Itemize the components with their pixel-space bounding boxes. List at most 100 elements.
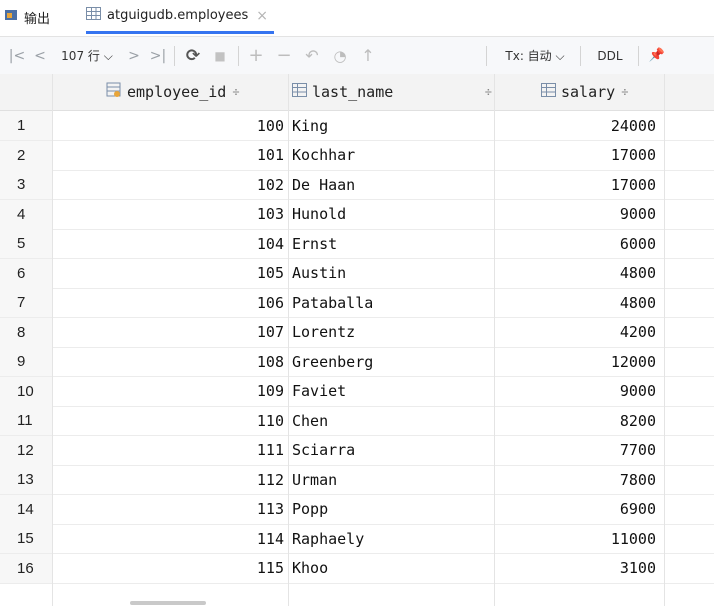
row-number: 14 bbox=[0, 494, 52, 524]
row-number-header bbox=[0, 74, 52, 110]
column-divider bbox=[52, 74, 53, 606]
table-row[interactable]: 16 115 Khoo 3100 bbox=[0, 553, 714, 584]
delete-row-button[interactable]: − bbox=[272, 37, 296, 74]
cell-salary[interactable]: 4200 bbox=[497, 318, 659, 347]
tab-employees-table[interactable]: atguigudb.employees × bbox=[86, 0, 274, 34]
cell-employee-id[interactable]: 112 bbox=[52, 465, 288, 494]
table-row[interactable]: 6 105 Austin 4800 bbox=[0, 258, 714, 289]
cell-salary[interactable]: 7800 bbox=[497, 465, 659, 494]
row-number: 2 bbox=[0, 140, 52, 170]
last-page-button[interactable]: >| bbox=[146, 37, 170, 74]
cell-salary[interactable]: 3100 bbox=[497, 554, 659, 583]
table-row[interactable]: 2 101 Kochhar 17000 bbox=[0, 140, 714, 171]
sort-icon[interactable]: ÷ bbox=[621, 85, 628, 99]
cell-salary[interactable]: 24000 bbox=[497, 111, 659, 140]
horizontal-scrollbar[interactable] bbox=[130, 601, 206, 605]
cell-employee-id[interactable]: 110 bbox=[52, 406, 288, 435]
cell-employee-id[interactable]: 109 bbox=[52, 377, 288, 406]
cell-last-name[interactable]: Urman bbox=[292, 465, 494, 494]
stop-button[interactable]: ■ bbox=[208, 37, 232, 74]
cell-last-name[interactable]: Kochhar bbox=[292, 141, 494, 170]
cell-salary[interactable]: 17000 bbox=[497, 141, 659, 170]
cell-salary[interactable]: 4800 bbox=[497, 288, 659, 317]
revert-button[interactable]: ↶ bbox=[300, 37, 324, 74]
table-row[interactable]: 14 113 Popp 6900 bbox=[0, 494, 714, 525]
first-page-button[interactable]: |< bbox=[6, 37, 28, 74]
table-row[interactable]: 3 102 De Haan 17000 bbox=[0, 170, 714, 200]
ddl-button[interactable]: DDL bbox=[588, 37, 632, 74]
transaction-mode-dropdown[interactable]: Tx: 自动 ⌵ bbox=[494, 37, 576, 74]
submit-button[interactable]: ↑ bbox=[356, 37, 380, 74]
cell-salary[interactable]: 12000 bbox=[497, 347, 659, 376]
tab-employees-label: atguigudb.employees bbox=[107, 8, 249, 23]
cell-last-name[interactable]: Hunold bbox=[292, 200, 494, 229]
table-row[interactable]: 15 114 Raphaely 11000 bbox=[0, 524, 714, 554]
cell-employee-id[interactable]: 113 bbox=[52, 495, 288, 524]
cell-employee-id[interactable]: 100 bbox=[52, 111, 288, 140]
table-row[interactable]: 10 109 Faviet 9000 bbox=[0, 376, 714, 407]
column-header-employee-id[interactable]: employee_id ÷ bbox=[106, 74, 240, 110]
cell-last-name[interactable]: Sciarra bbox=[292, 436, 494, 465]
table-row[interactable]: 5 104 Ernst 6000 bbox=[0, 229, 714, 259]
pin-icon[interactable]: 📌 bbox=[644, 37, 670, 74]
cell-employee-id[interactable]: 101 bbox=[52, 141, 288, 170]
key-column-icon bbox=[106, 82, 122, 102]
toolbar-divider bbox=[580, 46, 581, 66]
cell-salary[interactable]: 11000 bbox=[497, 524, 659, 553]
cell-salary[interactable]: 4800 bbox=[497, 259, 659, 288]
add-row-button[interactable]: + bbox=[244, 37, 268, 74]
cell-last-name[interactable]: Khoo bbox=[292, 554, 494, 583]
cell-salary[interactable]: 9000 bbox=[497, 200, 659, 229]
tab-output[interactable]: 输出 bbox=[4, 0, 50, 34]
cell-last-name[interactable]: Ernst bbox=[292, 229, 494, 258]
row-number: 16 bbox=[0, 553, 52, 583]
cell-last-name[interactable]: Chen bbox=[292, 406, 494, 435]
close-icon[interactable]: × bbox=[256, 8, 268, 24]
cell-employee-id[interactable]: 107 bbox=[52, 318, 288, 347]
grid-header: employee_id ÷ last_name ÷ salary ÷ bbox=[0, 74, 714, 111]
table-row[interactable]: 4 103 Hunold 9000 bbox=[0, 199, 714, 230]
preview-changes-button[interactable]: ◔ bbox=[328, 37, 352, 74]
cell-last-name[interactable]: Faviet bbox=[292, 377, 494, 406]
cell-employee-id[interactable]: 106 bbox=[52, 288, 288, 317]
cell-employee-id[interactable]: 108 bbox=[52, 347, 288, 376]
table-row[interactable]: 9 108 Greenberg 12000 bbox=[0, 347, 714, 377]
cell-last-name[interactable]: Lorentz bbox=[292, 318, 494, 347]
cell-last-name[interactable]: Greenberg bbox=[292, 347, 494, 376]
cell-employee-id[interactable]: 111 bbox=[52, 436, 288, 465]
column-header-salary[interactable]: salary ÷ bbox=[541, 74, 628, 110]
cell-employee-id[interactable]: 104 bbox=[52, 229, 288, 258]
cell-last-name[interactable]: King bbox=[292, 111, 494, 140]
prev-page-button[interactable]: < bbox=[30, 37, 50, 74]
table-row[interactable]: 13 112 Urman 7800 bbox=[0, 465, 714, 495]
cell-employee-id[interactable]: 115 bbox=[52, 554, 288, 583]
refresh-button[interactable]: ⟳ bbox=[180, 37, 206, 74]
cell-employee-id[interactable]: 102 bbox=[52, 170, 288, 199]
cell-salary[interactable]: 6000 bbox=[497, 229, 659, 258]
table-row[interactable]: 1 100 King 24000 bbox=[0, 111, 714, 141]
cell-employee-id[interactable]: 103 bbox=[52, 200, 288, 229]
next-page-button[interactable]: > bbox=[124, 37, 144, 74]
cell-last-name[interactable]: Pataballa bbox=[292, 288, 494, 317]
cell-last-name[interactable]: Austin bbox=[292, 259, 494, 288]
cell-employee-id[interactable]: 105 bbox=[52, 259, 288, 288]
cell-last-name[interactable]: Popp bbox=[292, 495, 494, 524]
cell-salary[interactable]: 6900 bbox=[497, 495, 659, 524]
cell-last-name[interactable]: Raphaely bbox=[292, 524, 494, 553]
cell-salary[interactable]: 8200 bbox=[497, 406, 659, 435]
table-row[interactable]: 8 107 Lorentz 4200 bbox=[0, 317, 714, 348]
cell-salary[interactable]: 7700 bbox=[497, 436, 659, 465]
column-header-last-name[interactable]: last_name ÷ bbox=[292, 74, 492, 110]
table-row[interactable]: 11 110 Chen 8200 bbox=[0, 406, 714, 436]
toolbar-divider bbox=[238, 46, 239, 66]
table-row[interactable]: 7 106 Pataballa 4800 bbox=[0, 288, 714, 318]
sort-icon[interactable]: ÷ bbox=[232, 85, 239, 99]
cell-salary[interactable]: 17000 bbox=[497, 170, 659, 199]
cell-employee-id[interactable]: 114 bbox=[52, 524, 288, 553]
cell-salary[interactable]: 9000 bbox=[497, 377, 659, 406]
toolbar-divider bbox=[486, 46, 487, 66]
table-row[interactable]: 12 111 Sciarra 7700 bbox=[0, 435, 714, 466]
row-count-dropdown[interactable]: 107 行 ⌵ bbox=[52, 37, 122, 74]
sort-icon[interactable]: ÷ bbox=[485, 85, 492, 99]
cell-last-name[interactable]: De Haan bbox=[292, 170, 494, 199]
